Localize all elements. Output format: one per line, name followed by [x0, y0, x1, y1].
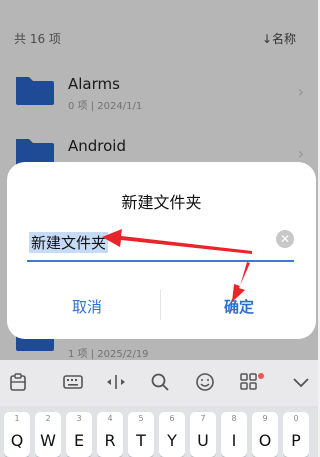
dialog-title: 新建文件夹 — [121, 193, 202, 212]
key-letter: P — [291, 431, 301, 450]
key-p[interactable]: 0P — [283, 412, 309, 457]
key-r[interactable]: 4R — [97, 412, 123, 457]
key-letter: Y — [167, 431, 177, 450]
collapse-keyboard-icon[interactable] — [289, 371, 313, 395]
key-letter: T — [136, 431, 146, 450]
key-letter: W — [40, 431, 56, 450]
folder-name-input-value: 新建文件夹 — [29, 232, 109, 253]
key-number-hint: 6 — [169, 414, 175, 423]
keyboard-toolbar — [0, 360, 318, 406]
key-number-hint: 5 — [138, 414, 144, 423]
cancel-button[interactable]: 取消 — [47, 296, 127, 317]
key-y[interactable]: 6Y — [159, 412, 185, 457]
key-number-hint: 1 — [14, 414, 20, 423]
cursor-move-icon[interactable] — [104, 371, 128, 395]
key-number-hint: 4 — [107, 414, 113, 423]
key-o[interactable]: 9O — [252, 412, 278, 457]
key-number-hint: 3 — [76, 414, 82, 423]
key-number-hint: 7 — [200, 414, 206, 423]
file-manager-screen: 共 16 项 ↓名称 Alarms 0 项 | 2024/1/1 › Andro… — [0, 0, 318, 457]
key-letter: Q — [10, 431, 24, 450]
search-icon[interactable] — [148, 371, 172, 395]
key-number-hint: 8 — [231, 414, 237, 423]
keyboard-letter-row: 1Q2W3E4R5T6Y7U8I9O0P — [0, 406, 318, 457]
key-u[interactable]: 7U — [190, 412, 216, 457]
key-letter: U — [197, 431, 209, 450]
emoji-icon[interactable] — [193, 371, 217, 395]
key-e[interactable]: 3E — [66, 412, 92, 457]
key-number-hint: 9 — [262, 414, 268, 423]
key-number-hint: 2 — [45, 414, 51, 423]
key-t[interactable]: 5T — [128, 412, 154, 457]
key-letter: R — [104, 431, 116, 450]
key-i[interactable]: 8I — [221, 412, 247, 457]
clear-input-icon[interactable]: ✕ — [276, 230, 294, 248]
confirm-button[interactable]: 确定 — [199, 296, 279, 317]
key-q[interactable]: 1Q — [4, 412, 30, 457]
notification-dot — [258, 373, 264, 379]
folder-name-input[interactable]: 新建文件夹 — [27, 224, 294, 262]
key-letter: I — [231, 431, 237, 450]
keyboard-icon[interactable] — [61, 371, 85, 395]
key-number-hint: 0 — [293, 414, 299, 423]
new-folder-dialog: 新建文件夹 新建文件夹 ✕ 取消 确定 — [7, 162, 316, 339]
button-divider — [160, 290, 161, 320]
key-w[interactable]: 2W — [35, 412, 61, 457]
key-letter: E — [73, 431, 85, 450]
clipboard-icon[interactable] — [6, 371, 30, 395]
key-letter: O — [258, 431, 272, 450]
